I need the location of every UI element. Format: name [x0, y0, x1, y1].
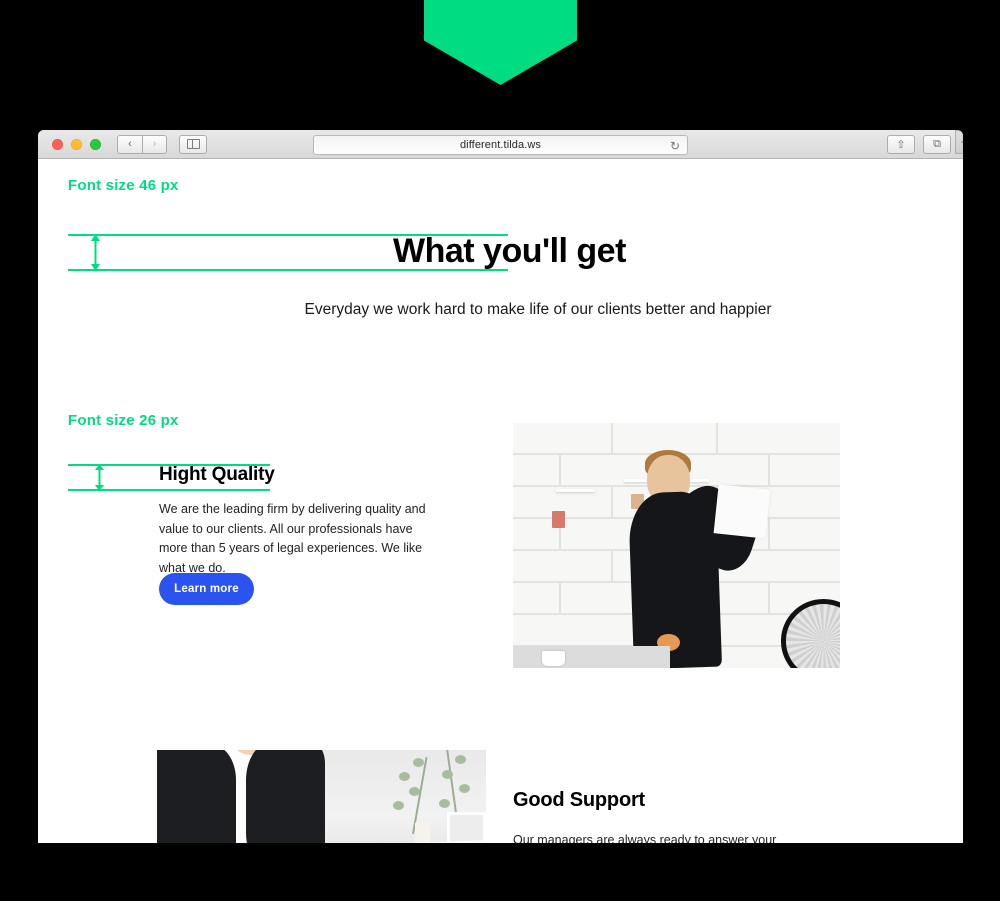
share-icon[interactable]: ⇧ — [887, 135, 915, 154]
window-traffic-lights — [52, 138, 101, 150]
picture-frame — [446, 812, 486, 843]
zoom-window-button[interactable] — [90, 138, 101, 150]
section-heading-hight-quality: Hight Quality — [159, 464, 275, 485]
annotation-label-26px: Font size 26 px — [68, 412, 179, 429]
show-tabs-icon[interactable]: ⧉ — [923, 135, 951, 154]
coffee-mug — [542, 650, 566, 666]
close-window-button[interactable] — [52, 138, 63, 150]
page-viewport: Font size 46 px What you'll get Everyday… — [38, 159, 963, 843]
reload-icon[interactable]: ↻ — [670, 139, 680, 153]
hero-subtitle: Everyday we work hard to make life of ou… — [304, 301, 772, 318]
browser-toolbar: ‹ › different.tilda.ws ↻ ⇧ ⧉ + — [38, 130, 963, 159]
new-tab-button[interactable]: + — [955, 130, 963, 154]
forward-button[interactable]: › — [142, 134, 167, 154]
url-text: different.tilda.ws — [459, 139, 542, 151]
section-image-hight-quality — [513, 423, 840, 668]
section-body-good-support: Our managers are always ready to answer … — [513, 833, 777, 843]
navigation-buttons: ‹ › — [117, 134, 167, 154]
desk-surface — [513, 645, 670, 668]
section-body-hight-quality: We are the leading firm by delivering qu… — [159, 502, 426, 575]
white-candle — [415, 822, 431, 843]
person-blazer-right — [245, 750, 325, 843]
sidebar-toggle-button[interactable] — [179, 134, 207, 154]
toolbar-right-buttons: ⇧ ⧉ — [887, 135, 951, 154]
pinned-photo-4 — [552, 511, 566, 529]
browser-window: ‹ › different.tilda.ws ↻ ⇧ ⧉ + Font size… — [38, 130, 963, 843]
wall-shelf-left — [555, 489, 595, 493]
address-bar[interactable]: different.tilda.ws ↻ — [313, 135, 688, 155]
person-blazer-left — [157, 750, 236, 843]
page-title: What you'll get — [393, 232, 626, 270]
green-shield-badge — [424, 0, 577, 85]
section-image-good-support — [157, 750, 486, 843]
back-button[interactable]: ‹ — [117, 134, 142, 154]
learn-more-button[interactable]: Learn more — [159, 573, 254, 605]
measure-arrow-46px — [91, 234, 100, 271]
section-heading-good-support: Good Support — [513, 789, 646, 811]
measure-arrow-26px — [95, 464, 104, 491]
annotation-label-46px: Font size 46 px — [68, 177, 179, 194]
minimize-window-button[interactable] — [71, 138, 82, 150]
desktop-background: ‹ › different.tilda.ws ↻ ⇧ ⧉ + Font size… — [0, 0, 1000, 901]
sidebar-icon — [186, 139, 200, 149]
paper-sheet — [713, 484, 771, 539]
